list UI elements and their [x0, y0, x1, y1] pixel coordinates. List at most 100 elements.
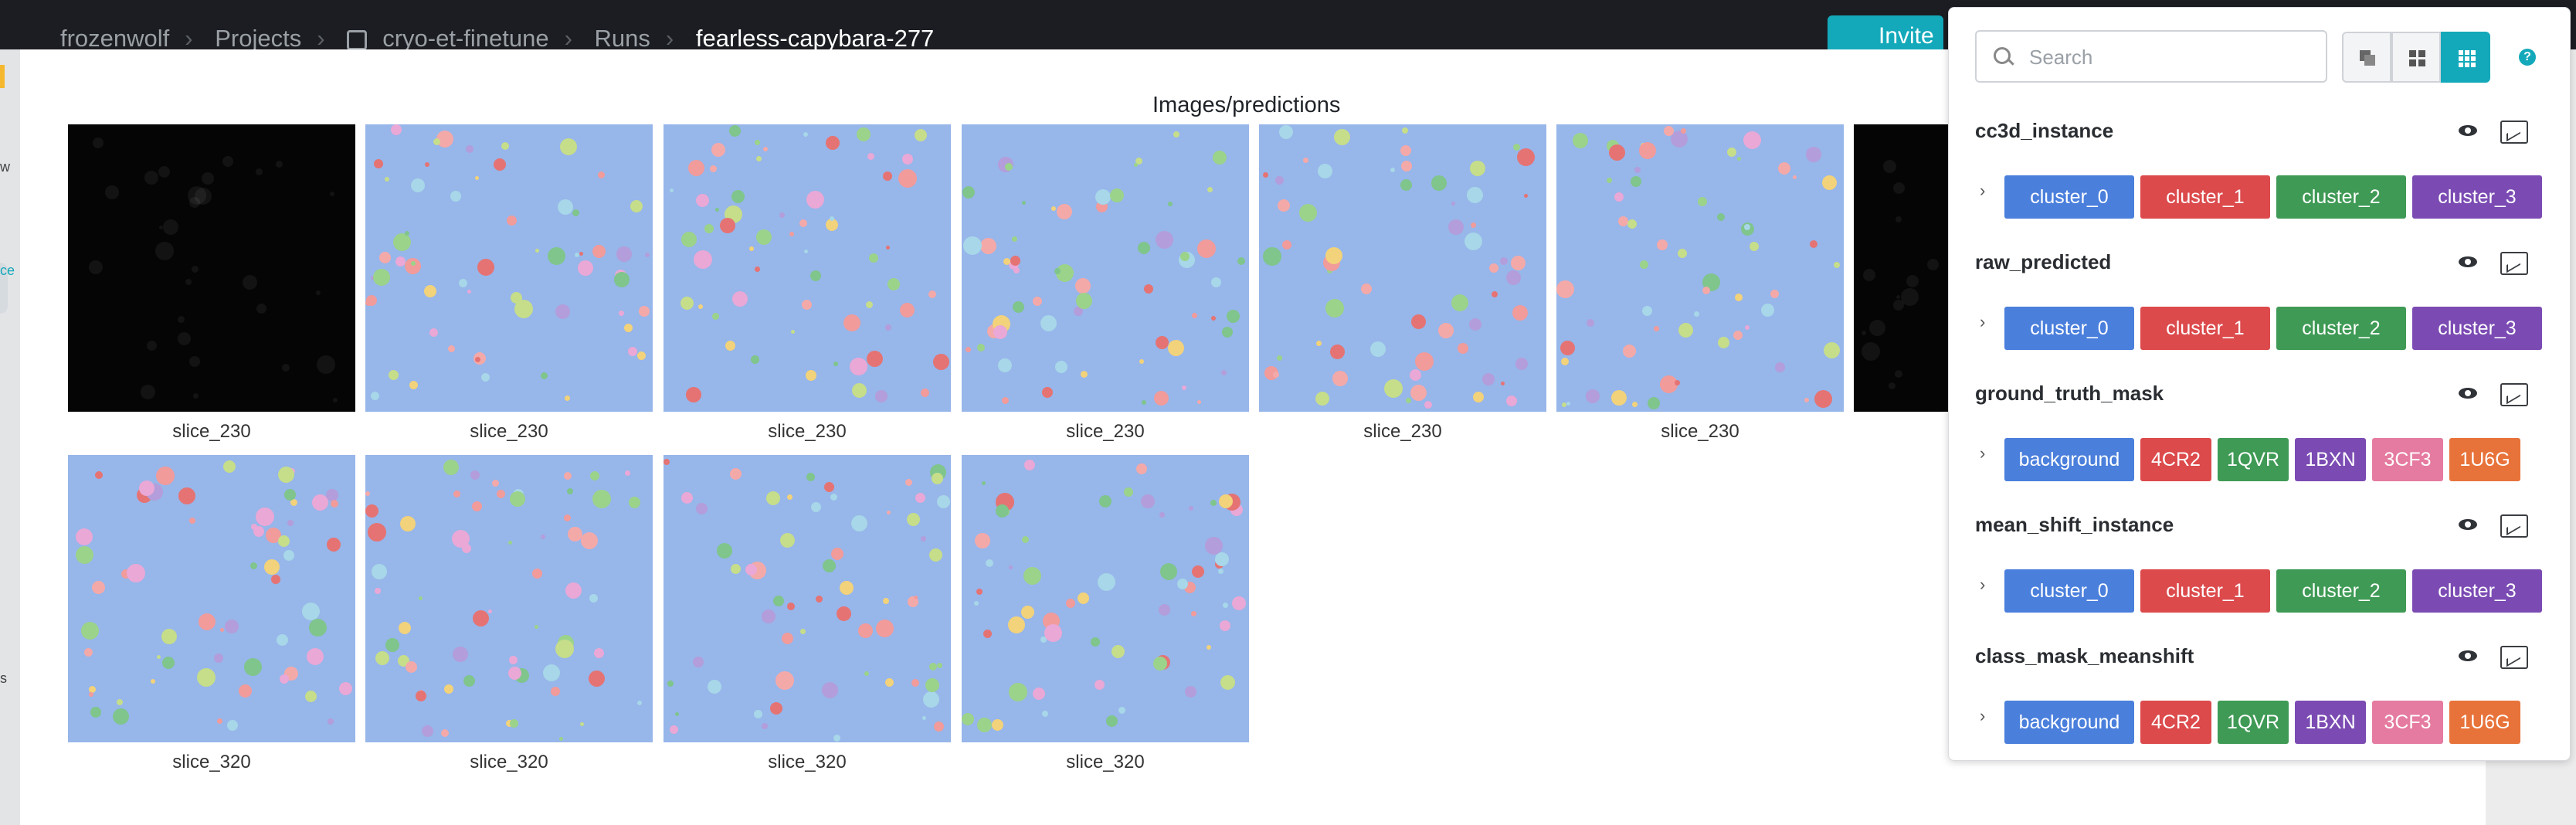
eye-icon[interactable]: [2459, 256, 2477, 267]
chevron-right-icon[interactable]: ›: [1980, 312, 1985, 332]
class-chip[interactable]: cluster_3: [2412, 569, 2542, 613]
class-chip[interactable]: cluster_2: [2276, 569, 2406, 613]
image-opacity-icon[interactable]: [2500, 646, 2528, 669]
class-chip[interactable]: cluster_0: [2004, 175, 2134, 219]
mask-blob: [452, 530, 470, 548]
breadcrumb-runs[interactable]: Runs: [595, 25, 650, 52]
image-caption: slice_230: [1363, 421, 1442, 442]
eye-icon[interactable]: [2459, 519, 2477, 530]
mask-blob: [127, 564, 145, 582]
class-chip[interactable]: 1BXN: [2295, 701, 2366, 744]
mask-blob: [762, 609, 776, 623]
class-chip[interactable]: cluster_0: [2004, 307, 2134, 350]
class-chip[interactable]: 4CR2: [2140, 701, 2211, 744]
image-tile[interactable]: [68, 455, 355, 742]
class-chip[interactable]: 1QVR: [2218, 701, 2289, 744]
class-chip[interactable]: cluster_1: [2140, 307, 2270, 350]
eye-icon[interactable]: [2459, 388, 2477, 399]
mask-blob: [1191, 611, 1196, 616]
mask-blob: [826, 136, 840, 150]
image-caption: slice_320: [172, 752, 251, 772]
view-stack-toggle[interactable]: [2342, 32, 2391, 83]
mask-blob: [885, 324, 891, 331]
class-chip[interactable]: 1QVR: [2218, 438, 2289, 481]
class-chip[interactable]: cluster_1: [2140, 569, 2270, 613]
mask-blob: [1009, 683, 1027, 701]
image-opacity-icon[interactable]: [2500, 252, 2528, 275]
image-tile[interactable]: [664, 455, 951, 742]
invite-button[interactable]: Invite: [1828, 15, 1943, 54]
mask-blob: [309, 619, 327, 637]
class-chip[interactable]: cluster_1: [2140, 175, 2270, 219]
mask-blob: [625, 470, 630, 476]
breadcrumb-user[interactable]: frozenwolf: [60, 25, 169, 52]
image-caption: slice_230: [1661, 421, 1739, 442]
mask-blob: [589, 671, 605, 687]
mask-blob: [1743, 131, 1761, 149]
class-chip[interactable]: 1BXN: [2295, 438, 2366, 481]
mask-blob: [851, 515, 867, 531]
mask-blob: [852, 383, 867, 398]
breadcrumb-projects[interactable]: Projects: [215, 25, 301, 52]
image-tile[interactable]: [68, 124, 355, 412]
image-opacity-icon[interactable]: [2500, 121, 2528, 144]
mask-blob: [921, 389, 929, 397]
mask-blob: [787, 603, 795, 610]
class-chip[interactable]: cluster_3: [2412, 175, 2542, 219]
class-chip[interactable]: cluster_2: [2276, 307, 2406, 350]
class-chip[interactable]: cluster_3: [2412, 307, 2542, 350]
image-tile[interactable]: [1259, 124, 1546, 412]
chevron-right-icon[interactable]: ›: [1980, 181, 1985, 201]
class-chip[interactable]: 1U6G: [2449, 438, 2520, 481]
mask-blob: [331, 500, 338, 508]
mask-blob: [1008, 616, 1025, 633]
image-tile[interactable]: [962, 124, 1249, 412]
mask-blob: [541, 535, 545, 539]
eye-icon[interactable]: [2459, 650, 2477, 661]
view-grid-large-toggle[interactable]: [2441, 32, 2490, 83]
search-input[interactable]: Search: [1975, 30, 2327, 83]
image-tile[interactable]: [365, 124, 653, 412]
mask-blob: [1197, 239, 1216, 258]
image-opacity-icon[interactable]: [2500, 383, 2528, 406]
mask-blob: [1182, 385, 1186, 390]
help-icon[interactable]: ?: [2519, 49, 2536, 66]
mask-blob: [379, 252, 391, 263]
class-chip[interactable]: background: [2004, 438, 2134, 481]
mask-blob: [330, 192, 334, 196]
chevron-right-icon[interactable]: ›: [1980, 706, 1985, 726]
mask-blob: [1232, 596, 1246, 610]
class-chip[interactable]: cluster_2: [2276, 175, 2406, 219]
mask-section-name: ground_truth_mask: [1975, 382, 2164, 405]
class-chip[interactable]: 4CR2: [2140, 438, 2211, 481]
mask-blob: [328, 718, 334, 725]
chevron-right-icon[interactable]: ›: [1980, 575, 1985, 595]
mask-blob: [1144, 284, 1153, 294]
mask-blob: [1316, 341, 1322, 346]
mask-blob: [731, 190, 745, 203]
chevron-right-icon[interactable]: ›: [1980, 443, 1985, 463]
image-opacity-icon[interactable]: [2500, 514, 2528, 538]
mask-blob: [937, 663, 942, 668]
mask-blob: [1515, 358, 1528, 370]
image-tile[interactable]: [664, 124, 951, 412]
class-chip[interactable]: 1U6G: [2449, 701, 2520, 744]
eye-icon[interactable]: [2459, 125, 2477, 136]
image-tile[interactable]: [1556, 124, 1844, 412]
mask-blob: [548, 247, 565, 265]
mask-blob: [560, 138, 577, 155]
mask-blob: [902, 154, 913, 165]
breadcrumb-project[interactable]: cryo-et-finetune: [382, 25, 548, 52]
mask-blob: [802, 300, 812, 310]
class-chip[interactable]: 3CF3: [2372, 438, 2443, 481]
mask-blob: [564, 472, 572, 480]
mask-blob: [1614, 192, 1624, 202]
mask-blob: [1219, 494, 1233, 508]
view-grid-small-toggle[interactable]: [2391, 32, 2441, 83]
image-tile[interactable]: [365, 455, 653, 742]
class-chip[interactable]: 3CF3: [2372, 701, 2443, 744]
image-tile[interactable]: [962, 455, 1249, 742]
class-chip[interactable]: background: [2004, 701, 2134, 744]
mask-blob: [1448, 219, 1464, 235]
class-chip[interactable]: cluster_0: [2004, 569, 2134, 613]
